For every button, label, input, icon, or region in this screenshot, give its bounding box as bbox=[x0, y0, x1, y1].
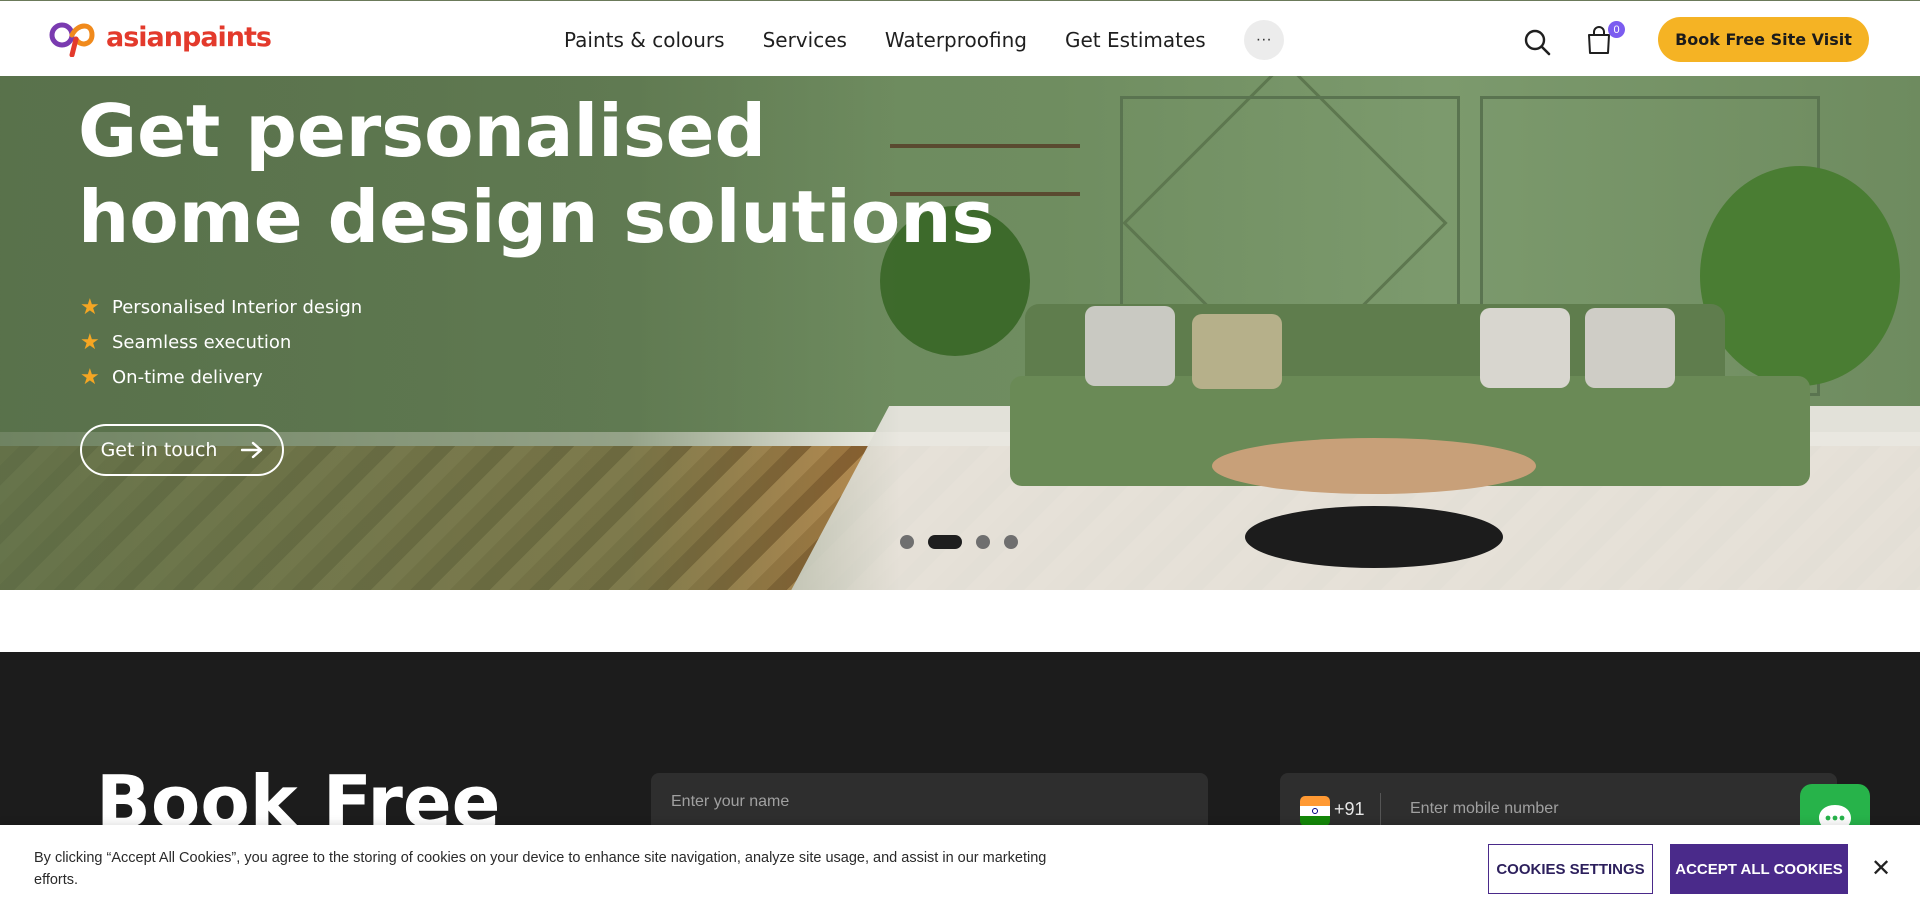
get-in-touch-label: Get in touch bbox=[100, 439, 218, 461]
pillow bbox=[1585, 308, 1675, 388]
nav-item-services[interactable]: Services bbox=[763, 28, 847, 52]
carousel-dots bbox=[900, 535, 1018, 549]
book-free-site-visit-button[interactable]: Book Free Site Visit bbox=[1658, 17, 1869, 62]
brand-name: asianpaints bbox=[106, 21, 272, 53]
hero-banner: Get personalised home design solutions ★… bbox=[0, 76, 1920, 590]
feature-item: ★ On-time delivery bbox=[80, 360, 362, 395]
carousel-dot-2-active[interactable] bbox=[928, 535, 962, 549]
cart-count-badge: 0 bbox=[1608, 21, 1625, 38]
feature-item: ★ Personalised Interior design bbox=[80, 290, 362, 325]
nav-item-get-estimates[interactable]: Get Estimates bbox=[1065, 28, 1206, 52]
hero-title-line-1: Get personalised bbox=[78, 89, 767, 173]
feature-label: Personalised Interior design bbox=[112, 297, 363, 318]
feature-list: ★ Personalised Interior design ★ Seamles… bbox=[80, 290, 362, 395]
hero-title-line-2: home design solutions bbox=[78, 175, 995, 259]
asianpaints-logo-icon bbox=[49, 22, 95, 57]
cookie-consent-text: By clicking “Accept All Cookies”, you ag… bbox=[34, 850, 1047, 888]
search-icon bbox=[1524, 29, 1551, 56]
more-dots-icon: ··· bbox=[1255, 31, 1272, 48]
divider bbox=[1380, 793, 1381, 827]
more-menu-button[interactable]: ··· bbox=[1243, 20, 1284, 60]
search-button[interactable] bbox=[1523, 28, 1551, 56]
coffee-table-base bbox=[1245, 506, 1503, 568]
feature-label: Seamless execution bbox=[112, 332, 292, 353]
pillow bbox=[1085, 306, 1175, 386]
india-flag-icon bbox=[1300, 796, 1330, 826]
feature-item: ★ Seamless execution bbox=[80, 325, 362, 360]
cart-button[interactable]: 0 bbox=[1586, 21, 1625, 57]
carousel-dot-4[interactable] bbox=[1004, 535, 1018, 549]
brand-logo[interactable]: asianpaints bbox=[48, 17, 272, 57]
plant-right bbox=[1700, 166, 1900, 386]
star-icon: ★ bbox=[80, 365, 100, 390]
pillow bbox=[1480, 308, 1570, 388]
hero-title: Get personalised home design solutions bbox=[78, 88, 994, 260]
carousel-dot-3[interactable] bbox=[976, 535, 990, 549]
accept-all-cookies-button[interactable]: ACCEPT ALL COOKIES bbox=[1670, 844, 1848, 894]
star-icon: ★ bbox=[80, 330, 100, 355]
mobile-number-input[interactable] bbox=[1410, 791, 1790, 827]
nav-item-waterproofing[interactable]: Waterproofing bbox=[885, 28, 1027, 52]
dial-code[interactable]: +91 bbox=[1334, 799, 1365, 820]
pillow bbox=[1192, 314, 1282, 389]
cookie-consent-banner: By clicking “Accept All Cookies”, you ag… bbox=[0, 825, 1920, 913]
site-header: asianpaints Paints & colours Services Wa… bbox=[0, 0, 1920, 76]
coffee-table-top bbox=[1212, 438, 1536, 494]
cookies-settings-button[interactable]: COOKIES SETTINGS bbox=[1488, 844, 1653, 894]
star-icon: ★ bbox=[80, 295, 100, 320]
arrow-right-icon bbox=[241, 441, 263, 459]
feature-label: On-time delivery bbox=[112, 367, 263, 388]
nav-item-paints-colours[interactable]: Paints & colours bbox=[564, 28, 725, 52]
carousel-dot-1[interactable] bbox=[900, 535, 914, 549]
main-nav: Paints & colours Services Waterproofing … bbox=[564, 20, 1284, 60]
close-icon[interactable]: ✕ bbox=[1868, 855, 1894, 882]
get-in-touch-button[interactable]: Get in touch bbox=[80, 424, 284, 476]
